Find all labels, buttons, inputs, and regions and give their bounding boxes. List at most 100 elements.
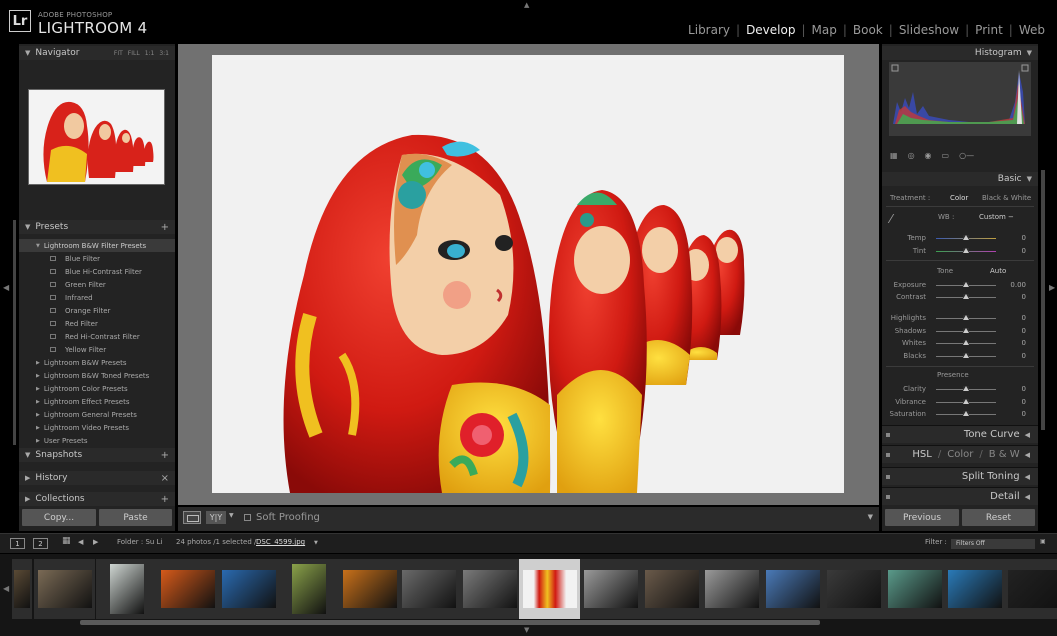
selected-filename[interactable]: DSC_4599.jpg <box>256 538 305 546</box>
slider-value[interactable]: 0 <box>1022 410 1026 418</box>
navigator-zoom-fit[interactable]: FIT <box>114 50 123 57</box>
filmstrip-thumb[interactable] <box>459 559 520 619</box>
filmstrip-thumb[interactable] <box>218 559 279 619</box>
collapse-bottom-arrow-icon[interactable]: ▼ <box>524 626 529 634</box>
preset-item[interactable]: Yellow Filter <box>19 343 175 356</box>
hsl-tab[interactable]: HSL <box>912 449 931 460</box>
navigator-zoom-fill[interactable]: FILL <box>128 50 140 57</box>
navigator-zoom-1-1[interactable]: 1:1 <box>145 50 155 57</box>
presets-header[interactable]: ▼ Presets + <box>19 220 175 234</box>
navigator-zoom-3-1[interactable]: 3:1 <box>159 50 169 57</box>
add-snapshot-icon[interactable]: + <box>161 450 169 461</box>
slider-value[interactable]: 0 <box>1022 247 1026 255</box>
filmstrip-thumb[interactable] <box>339 559 400 619</box>
hsl-header[interactable]: HSL / Color / B & W ◀ <box>882 445 1038 463</box>
panel-switch-icon[interactable] <box>886 495 890 499</box>
slider-value[interactable]: 0 <box>1022 398 1026 406</box>
preset-group[interactable]: ▶ Lightroom B&W Toned Presets <box>19 369 175 382</box>
basic-header[interactable]: Basic ▼ <box>882 172 1038 186</box>
red-eye-icon[interactable]: ◉ <box>925 151 932 160</box>
slider-thumb[interactable] <box>963 248 969 253</box>
module-web[interactable]: Web <box>1017 23 1047 37</box>
back-arrow-icon[interactable]: ◀ <box>78 538 83 546</box>
folder-source[interactable]: Folder : Su Li <box>117 538 162 546</box>
module-book[interactable]: Book <box>851 23 885 37</box>
slider-thumb[interactable] <box>963 411 969 416</box>
bw-tab[interactable]: B & W <box>989 449 1020 460</box>
filmstrip-thumb[interactable] <box>96 559 157 619</box>
preset-group[interactable]: ▶ Lightroom General Presets <box>19 408 175 421</box>
module-library[interactable]: Library <box>686 23 732 37</box>
filter-lock-icon[interactable]: ▣ <box>1040 538 1046 545</box>
right-panel-scrollbar[interactable] <box>1041 170 1045 430</box>
preset-group[interactable]: ▶ Lightroom B&W Presets <box>19 356 175 369</box>
color-tab[interactable]: Color <box>947 449 973 460</box>
treatment-color-option[interactable]: Color <box>950 194 968 202</box>
filmstrip-scroll-left-icon[interactable]: ◀ <box>3 584 9 593</box>
slider-value[interactable]: 0.00 <box>1010 281 1026 289</box>
filename-dropdown-icon[interactable]: ▼ <box>314 540 318 546</box>
filmstrip-thumb[interactable] <box>398 559 459 619</box>
reset-button[interactable]: Reset <box>962 509 1035 526</box>
crop-tool-icon[interactable]: ▦ <box>890 151 898 160</box>
filmstrip-thumb[interactable] <box>823 559 884 619</box>
slider-thumb[interactable] <box>963 235 969 240</box>
slider-value[interactable]: 0 <box>1022 293 1026 301</box>
detail-header[interactable]: Detail ◀ <box>882 487 1038 505</box>
paste-button[interactable]: Paste <box>99 509 172 526</box>
panel-switch-icon[interactable] <box>886 453 890 457</box>
navigator-preview[interactable] <box>28 89 165 185</box>
preset-item[interactable]: Orange Filter <box>19 304 175 317</box>
preset-group[interactable]: ▶ Lightroom Color Presets <box>19 382 175 395</box>
slider-thumb[interactable] <box>963 282 969 287</box>
preset-group[interactable]: ▶ Lightroom Effect Presets <box>19 395 175 408</box>
split-toning-header[interactable]: Split Toning ◀ <box>882 467 1038 485</box>
right-panel-toggle-icon[interactable]: ▶ <box>1049 283 1055 292</box>
history-header[interactable]: ▶ History × <box>19 471 175 485</box>
wb-preset-select[interactable]: Custom − <box>979 213 1014 221</box>
graduated-filter-icon[interactable]: ▭ <box>942 151 950 160</box>
tone-curve-header[interactable]: Tone Curve ◀ <box>882 425 1038 443</box>
soft-proofing-checkbox[interactable] <box>244 514 251 521</box>
collapse-top-arrow-icon[interactable]: ▲ <box>524 1 529 9</box>
filmstrip-scrollbar[interactable] <box>80 620 820 625</box>
filmstrip-thumb[interactable] <box>34 559 95 619</box>
slider-thumb[interactable] <box>963 327 969 333</box>
preset-group[interactable]: ▶ Lightroom Video Presets <box>19 421 175 434</box>
auto-tone-button[interactable]: Auto <box>990 267 1006 275</box>
filmstrip-thumb[interactable] <box>762 559 823 619</box>
filmstrip-thumb[interactable] <box>278 559 339 619</box>
preset-item[interactable]: Infrared <box>19 291 175 304</box>
slider-value[interactable]: 0 <box>1022 234 1026 242</box>
preset-item[interactable]: Red Filter <box>19 317 175 330</box>
slider-thumb[interactable] <box>963 315 969 320</box>
preset-group[interactable]: ▼ Lightroom B&W Filter Presets <box>19 239 175 252</box>
module-slideshow[interactable]: Slideshow <box>897 23 961 37</box>
before-after-dropdown-icon[interactable]: ▼ <box>229 512 234 519</box>
preset-item[interactable]: Blue Filter <box>19 252 175 265</box>
histogram-header[interactable]: Histogram ▼ <box>882 46 1038 60</box>
module-develop[interactable]: Develop <box>744 23 797 37</box>
filmstrip-thumb[interactable] <box>1004 559 1057 619</box>
histogram-graph[interactable] <box>889 62 1031 136</box>
before-after-button[interactable]: Y|Y <box>206 511 226 524</box>
left-panel-scrollbar[interactable] <box>13 220 16 445</box>
spot-removal-icon[interactable]: ◎ <box>908 151 915 160</box>
filmstrip-thumb[interactable] <box>580 559 641 619</box>
preset-item[interactable]: Green Filter <box>19 278 175 291</box>
filmstrip-thumb[interactable] <box>944 559 1005 619</box>
filmstrip-thumb[interactable] <box>157 559 218 619</box>
filter-select[interactable]: Filters Off <box>951 539 1035 549</box>
slider-thumb[interactable] <box>963 386 969 391</box>
grid-view-icon[interactable]: ▦ <box>62 536 71 546</box>
module-print[interactable]: Print <box>973 23 1005 37</box>
toolbar-menu-icon[interactable]: ▼ <box>868 513 873 521</box>
previous-button[interactable]: Previous <box>885 509 959 526</box>
main-photo[interactable] <box>212 55 844 493</box>
primary-window-button[interactable]: 1 <box>10 538 25 549</box>
slider-value[interactable]: 0 <box>1022 385 1026 393</box>
preset-item[interactable]: Red Hi-Contrast Filter <box>19 330 175 343</box>
forward-arrow-icon[interactable]: ▶ <box>93 538 98 546</box>
white-balance-picker-icon[interactable]: ⁄ <box>890 212 892 226</box>
snapshots-header[interactable]: ▼ Snapshots + <box>19 448 175 462</box>
